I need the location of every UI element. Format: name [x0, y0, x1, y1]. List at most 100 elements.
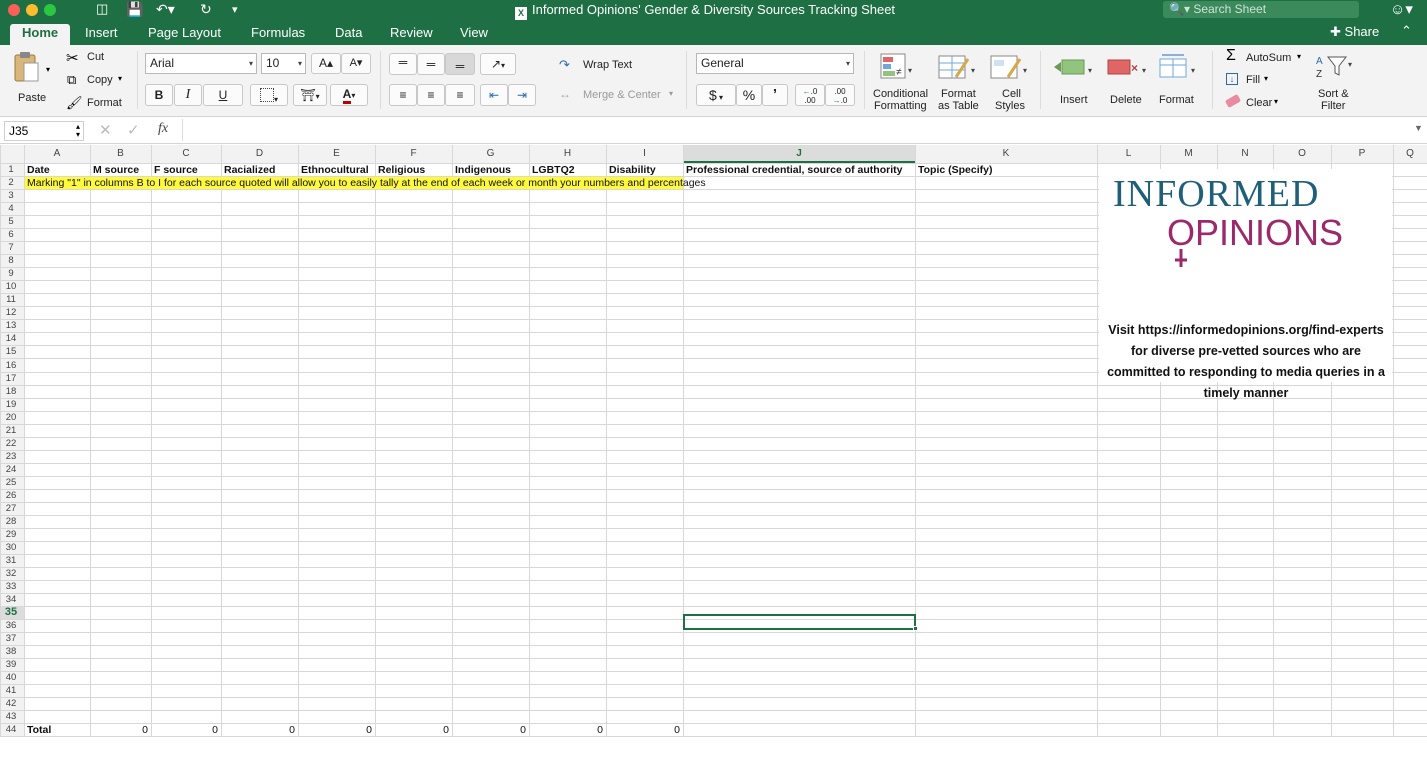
insert-function-icon[interactable]: fx [158, 121, 168, 137]
cut-button[interactable]: ✂ Cut [66, 49, 126, 67]
informed-opinions-panel[interactable]: INFORMED OPINIONS Visit https://informed… [1099, 169, 1392, 400]
bold-button[interactable]: B [145, 84, 173, 106]
cell-styles-button[interactable]: ▾ Cell Styles [988, 51, 1034, 113]
header-cell-j[interactable]: Professional credential, source of autho… [686, 163, 915, 176]
row-header-34[interactable]: 34 [0, 593, 22, 606]
format-painter-button[interactable]: 🖌 Format [66, 95, 136, 113]
row-header-20[interactable]: 20 [0, 411, 22, 424]
delete-cells-button[interactable]: × ▾ Delete [1104, 51, 1154, 113]
header-cell-h[interactable]: LGBTQ2 [532, 163, 606, 176]
column-header-h[interactable]: H [529, 145, 606, 163]
row-header-31[interactable]: 31 [0, 554, 22, 567]
stepper-icon[interactable]: ▴ ▾ [76, 123, 80, 139]
tab-view[interactable]: View [448, 24, 500, 45]
column-header-i[interactable]: I [606, 145, 683, 163]
column-header-n[interactable]: N [1217, 145, 1273, 163]
close-window-button[interactable] [8, 4, 20, 16]
increase-decimal-button[interactable]: ←.0.00 [795, 84, 825, 106]
row-header-22[interactable]: 22 [0, 437, 22, 450]
fill-handle[interactable] [913, 626, 918, 631]
row-header-8[interactable]: 8 [0, 254, 22, 267]
insert-cells-button[interactable]: ▾ Insert [1050, 51, 1100, 113]
header-cell-b[interactable]: M source [93, 163, 151, 176]
row-header-17[interactable]: 17 [0, 372, 22, 385]
row-header-12[interactable]: 12 [0, 306, 22, 319]
row-header-23[interactable]: 23 [0, 450, 22, 463]
total-cell-i[interactable]: 0 [606, 723, 680, 736]
row-header-26[interactable]: 26 [0, 489, 22, 502]
column-header-b[interactable]: B [90, 145, 151, 163]
decrease-decimal-button[interactable]: .00 →.0 [825, 84, 855, 106]
copy-button[interactable]: ⧉ Copy ▾ [66, 72, 136, 90]
tab-formulas[interactable]: Formulas [239, 24, 317, 45]
row-header-44[interactable]: 44 [0, 723, 22, 736]
row-header-18[interactable]: 18 [0, 385, 22, 398]
header-cell-g[interactable]: Indigenous [455, 163, 529, 176]
row-header-29[interactable]: 29 [0, 528, 22, 541]
customize-toolbar-icon[interactable]: ▾ [232, 3, 238, 16]
sort-filter-button[interactable]: A Z ▾ Sort & Filter [1312, 51, 1358, 113]
formula-input[interactable] [182, 119, 1412, 141]
borders-button[interactable]: ▾ [250, 84, 288, 106]
row-header-25[interactable]: 25 [0, 476, 22, 489]
fill-color-button[interactable]: ⛩▾ [293, 84, 327, 106]
align-right-button[interactable]: ≡ [445, 84, 475, 106]
tab-insert[interactable]: Insert [73, 24, 130, 45]
wrap-text-button[interactable]: ↷ Wrap Text [559, 57, 649, 75]
paste-button[interactable]: ▾ Paste [10, 49, 54, 109]
format-as-table-button[interactable]: ▾ Format as Table [934, 51, 984, 113]
row-header-10[interactable]: 10 [0, 280, 22, 293]
header-cell-i[interactable]: Disability [609, 163, 683, 176]
header-cell-k[interactable]: Topic (Specify) [918, 163, 1097, 176]
column-header-p[interactable]: P [1331, 145, 1393, 163]
merge-center-button[interactable]: ↔ Merge & Center ▾ [559, 87, 679, 105]
row-header-11[interactable]: 11 [0, 293, 22, 306]
column-header-a[interactable]: A [24, 145, 90, 163]
number-format-select[interactable]: General ▾ [696, 53, 854, 74]
decrease-font-size-button[interactable]: A▾ [341, 53, 371, 74]
row-header-32[interactable]: 32 [0, 567, 22, 580]
save-icon[interactable]: 💾 [126, 1, 143, 18]
undo-icon[interactable]: ↶▾ [156, 1, 175, 18]
align-top-button[interactable]: ═ [389, 53, 417, 75]
column-header-e[interactable]: E [298, 145, 375, 163]
row-header-14[interactable]: 14 [0, 332, 22, 345]
row-header-3[interactable]: 3 [0, 189, 22, 202]
row-header-39[interactable]: 39 [0, 658, 22, 671]
tab-page-layout[interactable]: Page Layout [136, 24, 233, 45]
row-header-42[interactable]: 42 [0, 697, 22, 710]
percent-format-button[interactable]: % [736, 84, 762, 106]
font-name-select[interactable]: Arial ▾ [145, 53, 257, 74]
row-header-15[interactable]: 15 [0, 345, 22, 358]
increase-indent-button[interactable]: ⇥ [508, 84, 536, 106]
copy-dropdown-icon[interactable]: ▾ [118, 74, 122, 83]
active-cell-selection[interactable] [683, 614, 916, 630]
align-center-button[interactable]: ≡ [417, 84, 445, 106]
row-header-4[interactable]: 4 [0, 202, 22, 215]
paste-dropdown-icon[interactable]: ▾ [46, 65, 50, 74]
share-button[interactable]: ✚ Share [1330, 24, 1379, 40]
total-cell-d[interactable]: 0 [221, 723, 295, 736]
header-cell-f[interactable]: Religious [378, 163, 452, 176]
total-cell-e[interactable]: 0 [298, 723, 372, 736]
column-header-f[interactable]: F [375, 145, 452, 163]
header-cell-c[interactable]: F source [154, 163, 221, 176]
zoom-window-button[interactable] [44, 4, 56, 16]
increase-font-size-button[interactable]: A▴ [311, 53, 341, 74]
row-header-19[interactable]: 19 [0, 398, 22, 411]
header-cell-d[interactable]: Racialized [224, 163, 298, 176]
row-header-43[interactable]: 43 [0, 710, 22, 723]
font-color-button[interactable]: A▾ [330, 84, 368, 106]
total-cell-g[interactable]: 0 [452, 723, 526, 736]
redo-icon[interactable]: ↻ [200, 1, 212, 18]
column-header-j[interactable]: J [683, 145, 915, 163]
total-cell-c[interactable]: 0 [151, 723, 218, 736]
row-header-35[interactable]: 35 [0, 606, 22, 619]
align-bottom-button[interactable]: ═ [445, 53, 475, 75]
italic-button[interactable]: I [174, 84, 202, 106]
align-middle-button[interactable]: ═ [417, 53, 445, 75]
sidebar-toggle-icon[interactable]: ◫ [96, 1, 108, 17]
total-cell-h[interactable]: 0 [529, 723, 603, 736]
spreadsheet-grid[interactable]: ABCDEFGHIJKLMNOPQ 1 2 3 4 5 6 7 8 9 10 11 12 13 14 15 1… [0, 145, 1427, 759]
row-header-5[interactable]: 5 [0, 215, 22, 228]
